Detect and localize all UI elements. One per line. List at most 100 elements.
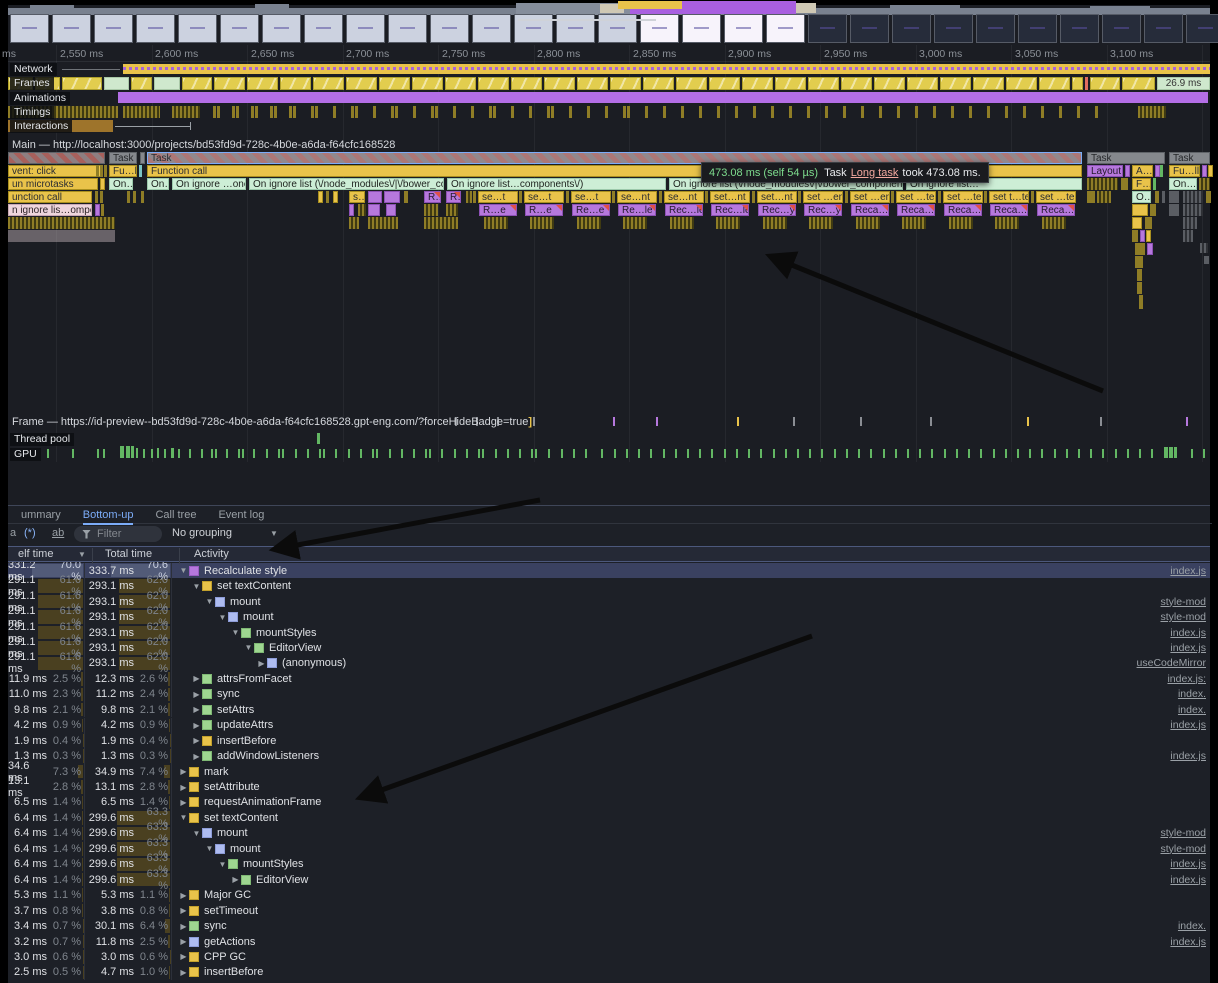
frame-box[interactable] xyxy=(511,77,542,90)
flame-event-settent[interactable]: set …tent xyxy=(896,191,936,203)
flame-event-re[interactable]: R…e xyxy=(525,204,563,216)
filmstrip-screenshot[interactable] xyxy=(178,14,217,43)
table-row[interactable]: 6.4 ms1.4 %299.6 ms63.3 %▼mountstyle-mod xyxy=(8,826,1210,841)
match-case-icon[interactable]: a xyxy=(10,527,16,539)
flame-event[interactable] xyxy=(809,217,833,229)
filmstrip-screenshot[interactable] xyxy=(724,14,763,43)
table-row[interactable]: 9.8 ms2.1 %9.8 ms2.1 %▶setAttrsindex. xyxy=(8,702,1210,717)
flame-event[interactable] xyxy=(612,191,615,203)
source-link[interactable]: index.js xyxy=(1170,719,1206,731)
main-thread-label[interactable]: Main — http://localhost:3000/projects/bd… xyxy=(12,139,395,151)
flame-event[interactable] xyxy=(473,191,476,203)
collapse-icon[interactable]: ▼ xyxy=(204,844,215,853)
table-row[interactable]: 5.3 ms1.1 %5.3 ms1.1 %▶Major GC xyxy=(8,887,1210,902)
flame-event[interactable] xyxy=(1153,178,1156,190)
collapse-icon[interactable]: ▼ xyxy=(217,613,228,622)
flame-event[interactable] xyxy=(8,217,115,229)
table-row[interactable]: 3.2 ms0.7 %11.8 ms2.5 %▶getActionsindex.… xyxy=(8,934,1210,949)
flame-event[interactable] xyxy=(1206,191,1211,203)
frame-box[interactable] xyxy=(1122,77,1155,90)
flame-event[interactable] xyxy=(1140,230,1145,242)
frame-duration-box[interactable]: 26.9 ms xyxy=(1157,77,1210,90)
source-link[interactable]: style-mod xyxy=(1160,596,1206,608)
track-label-timings[interactable]: Timings xyxy=(10,106,54,119)
flame-event-recle[interactable]: Rec…le xyxy=(711,204,749,216)
flame-event-onignorelistcomponents[interactable]: On ignore list…components\/) xyxy=(447,178,666,190)
table-row[interactable]: 6.5 ms1.4 %6.5 ms1.4 %▶requestAnimationF… xyxy=(8,795,1210,810)
flame-event-a[interactable]: A… xyxy=(1132,165,1153,177)
flame-event[interactable] xyxy=(386,204,396,216)
flame-event[interactable] xyxy=(752,191,755,203)
filmstrip-screenshot[interactable] xyxy=(808,14,847,43)
flame-event-sent[interactable]: se…nt xyxy=(664,191,704,203)
table-row[interactable]: 3.7 ms0.8 %3.8 ms0.8 %▶setTimeout xyxy=(8,903,1210,918)
expand-icon[interactable]: ▶ xyxy=(178,798,189,807)
flame-event[interactable] xyxy=(446,204,458,216)
frame-box[interactable] xyxy=(346,77,377,90)
frame-box[interactable] xyxy=(808,77,839,90)
flame-event-ree[interactable]: Re…e xyxy=(572,204,610,216)
expand-icon[interactable]: ▶ xyxy=(178,906,189,915)
table-row[interactable]: 2.5 ms0.5 %4.7 ms1.0 %▶insertBefore xyxy=(8,965,1210,980)
flame-event[interactable] xyxy=(1204,256,1209,264)
table-row[interactable]: 3.4 ms0.7 %30.1 ms6.4 %▶syncindex. xyxy=(8,918,1210,933)
flame-event-recayle[interactable]: Reca…yle xyxy=(897,204,935,216)
column-divider[interactable] xyxy=(179,548,180,564)
flame-event-full[interactable]: Fu…ll xyxy=(109,165,137,177)
flame-event[interactable] xyxy=(670,217,694,229)
filmstrip-screenshot[interactable] xyxy=(430,14,469,43)
flame-event-ventclick[interactable]: vent: click xyxy=(8,165,103,177)
frame-box[interactable] xyxy=(709,77,740,90)
column-header-activity[interactable]: Activity xyxy=(194,548,229,560)
flame-event[interactable] xyxy=(1121,178,1128,190)
flame-event-fl[interactable]: F…l xyxy=(1132,178,1151,190)
long-task-link[interactable]: Long task xyxy=(851,167,899,179)
flame-event[interactable] xyxy=(1137,269,1142,281)
network-request-bar[interactable] xyxy=(123,64,1210,74)
flame-event[interactable] xyxy=(902,217,926,229)
flame-event[interactable] xyxy=(1150,204,1156,216)
flame-event[interactable] xyxy=(1042,217,1066,229)
filmstrip-screenshot[interactable] xyxy=(934,14,973,43)
flame-event-recyle[interactable]: Rec…yle xyxy=(758,204,796,216)
flame-event-set[interactable]: se…t xyxy=(524,191,564,203)
expand-icon[interactable]: ▶ xyxy=(191,752,202,761)
filter-input[interactable]: Filter xyxy=(74,526,162,542)
collapse-icon[interactable]: ▼ xyxy=(204,597,215,606)
source-link[interactable]: index.js xyxy=(1170,858,1206,870)
flame-event[interactable] xyxy=(716,217,740,229)
flame-event-task[interactable]: Task xyxy=(109,152,137,164)
filmstrip-screenshot[interactable] xyxy=(766,14,805,43)
flame-event[interactable] xyxy=(1202,165,1207,177)
flame-event[interactable] xyxy=(368,204,380,216)
flame-event[interactable] xyxy=(127,191,130,203)
expand-icon[interactable]: ▶ xyxy=(191,705,202,714)
flame-event[interactable] xyxy=(1155,191,1159,203)
flame-event-recayle[interactable]: Reca…yle xyxy=(990,204,1028,216)
match-whole-word-icon[interactable]: ab xyxy=(52,527,64,539)
filmstrip-screenshot[interactable] xyxy=(262,14,301,43)
source-link[interactable]: useCodeMirror xyxy=(1137,657,1206,669)
filmstrip-screenshot[interactable] xyxy=(850,14,889,43)
flame-event[interactable] xyxy=(1146,230,1151,242)
flame-event-recayle[interactable]: Reca…yle xyxy=(1037,204,1075,216)
expand-icon[interactable]: ▶ xyxy=(178,922,189,931)
tab-ummary[interactable]: ummary xyxy=(21,507,61,523)
tab-call-tree[interactable]: Call tree xyxy=(155,507,196,523)
collapse-icon[interactable]: ▼ xyxy=(230,628,241,637)
table-row[interactable]: 291.1 ms61.6 %293.1 ms62.0 %▼mountstyle-… xyxy=(8,594,1210,609)
flame-event-task[interactable]: Task xyxy=(1087,152,1165,164)
table-row[interactable]: 3.0 ms0.6 %3.0 ms0.6 %▶CPP GC xyxy=(8,949,1210,964)
expand-icon[interactable]: ▶ xyxy=(178,783,189,792)
track-label-network[interactable]: Network xyxy=(10,63,57,76)
flame-event-recatyle[interactable]: Reca…tyle xyxy=(944,204,982,216)
filmstrip-screenshot[interactable] xyxy=(52,14,91,43)
flame-event-recyle[interactable]: Rec…yle xyxy=(804,204,842,216)
flame-event[interactable] xyxy=(100,178,105,190)
frame-box[interactable] xyxy=(841,77,872,90)
table-row[interactable]: 13.1 ms2.8 %13.1 ms2.8 %▶setAttribute xyxy=(8,779,1210,794)
table-row[interactable]: 331.2 ms70.0 %333.7 ms70.6 %▼Recalculate… xyxy=(8,563,1210,578)
sort-descending-icon[interactable]: ▼ xyxy=(78,550,86,559)
source-link[interactable]: index.js xyxy=(1170,642,1206,654)
source-link[interactable]: index. xyxy=(1178,920,1206,932)
